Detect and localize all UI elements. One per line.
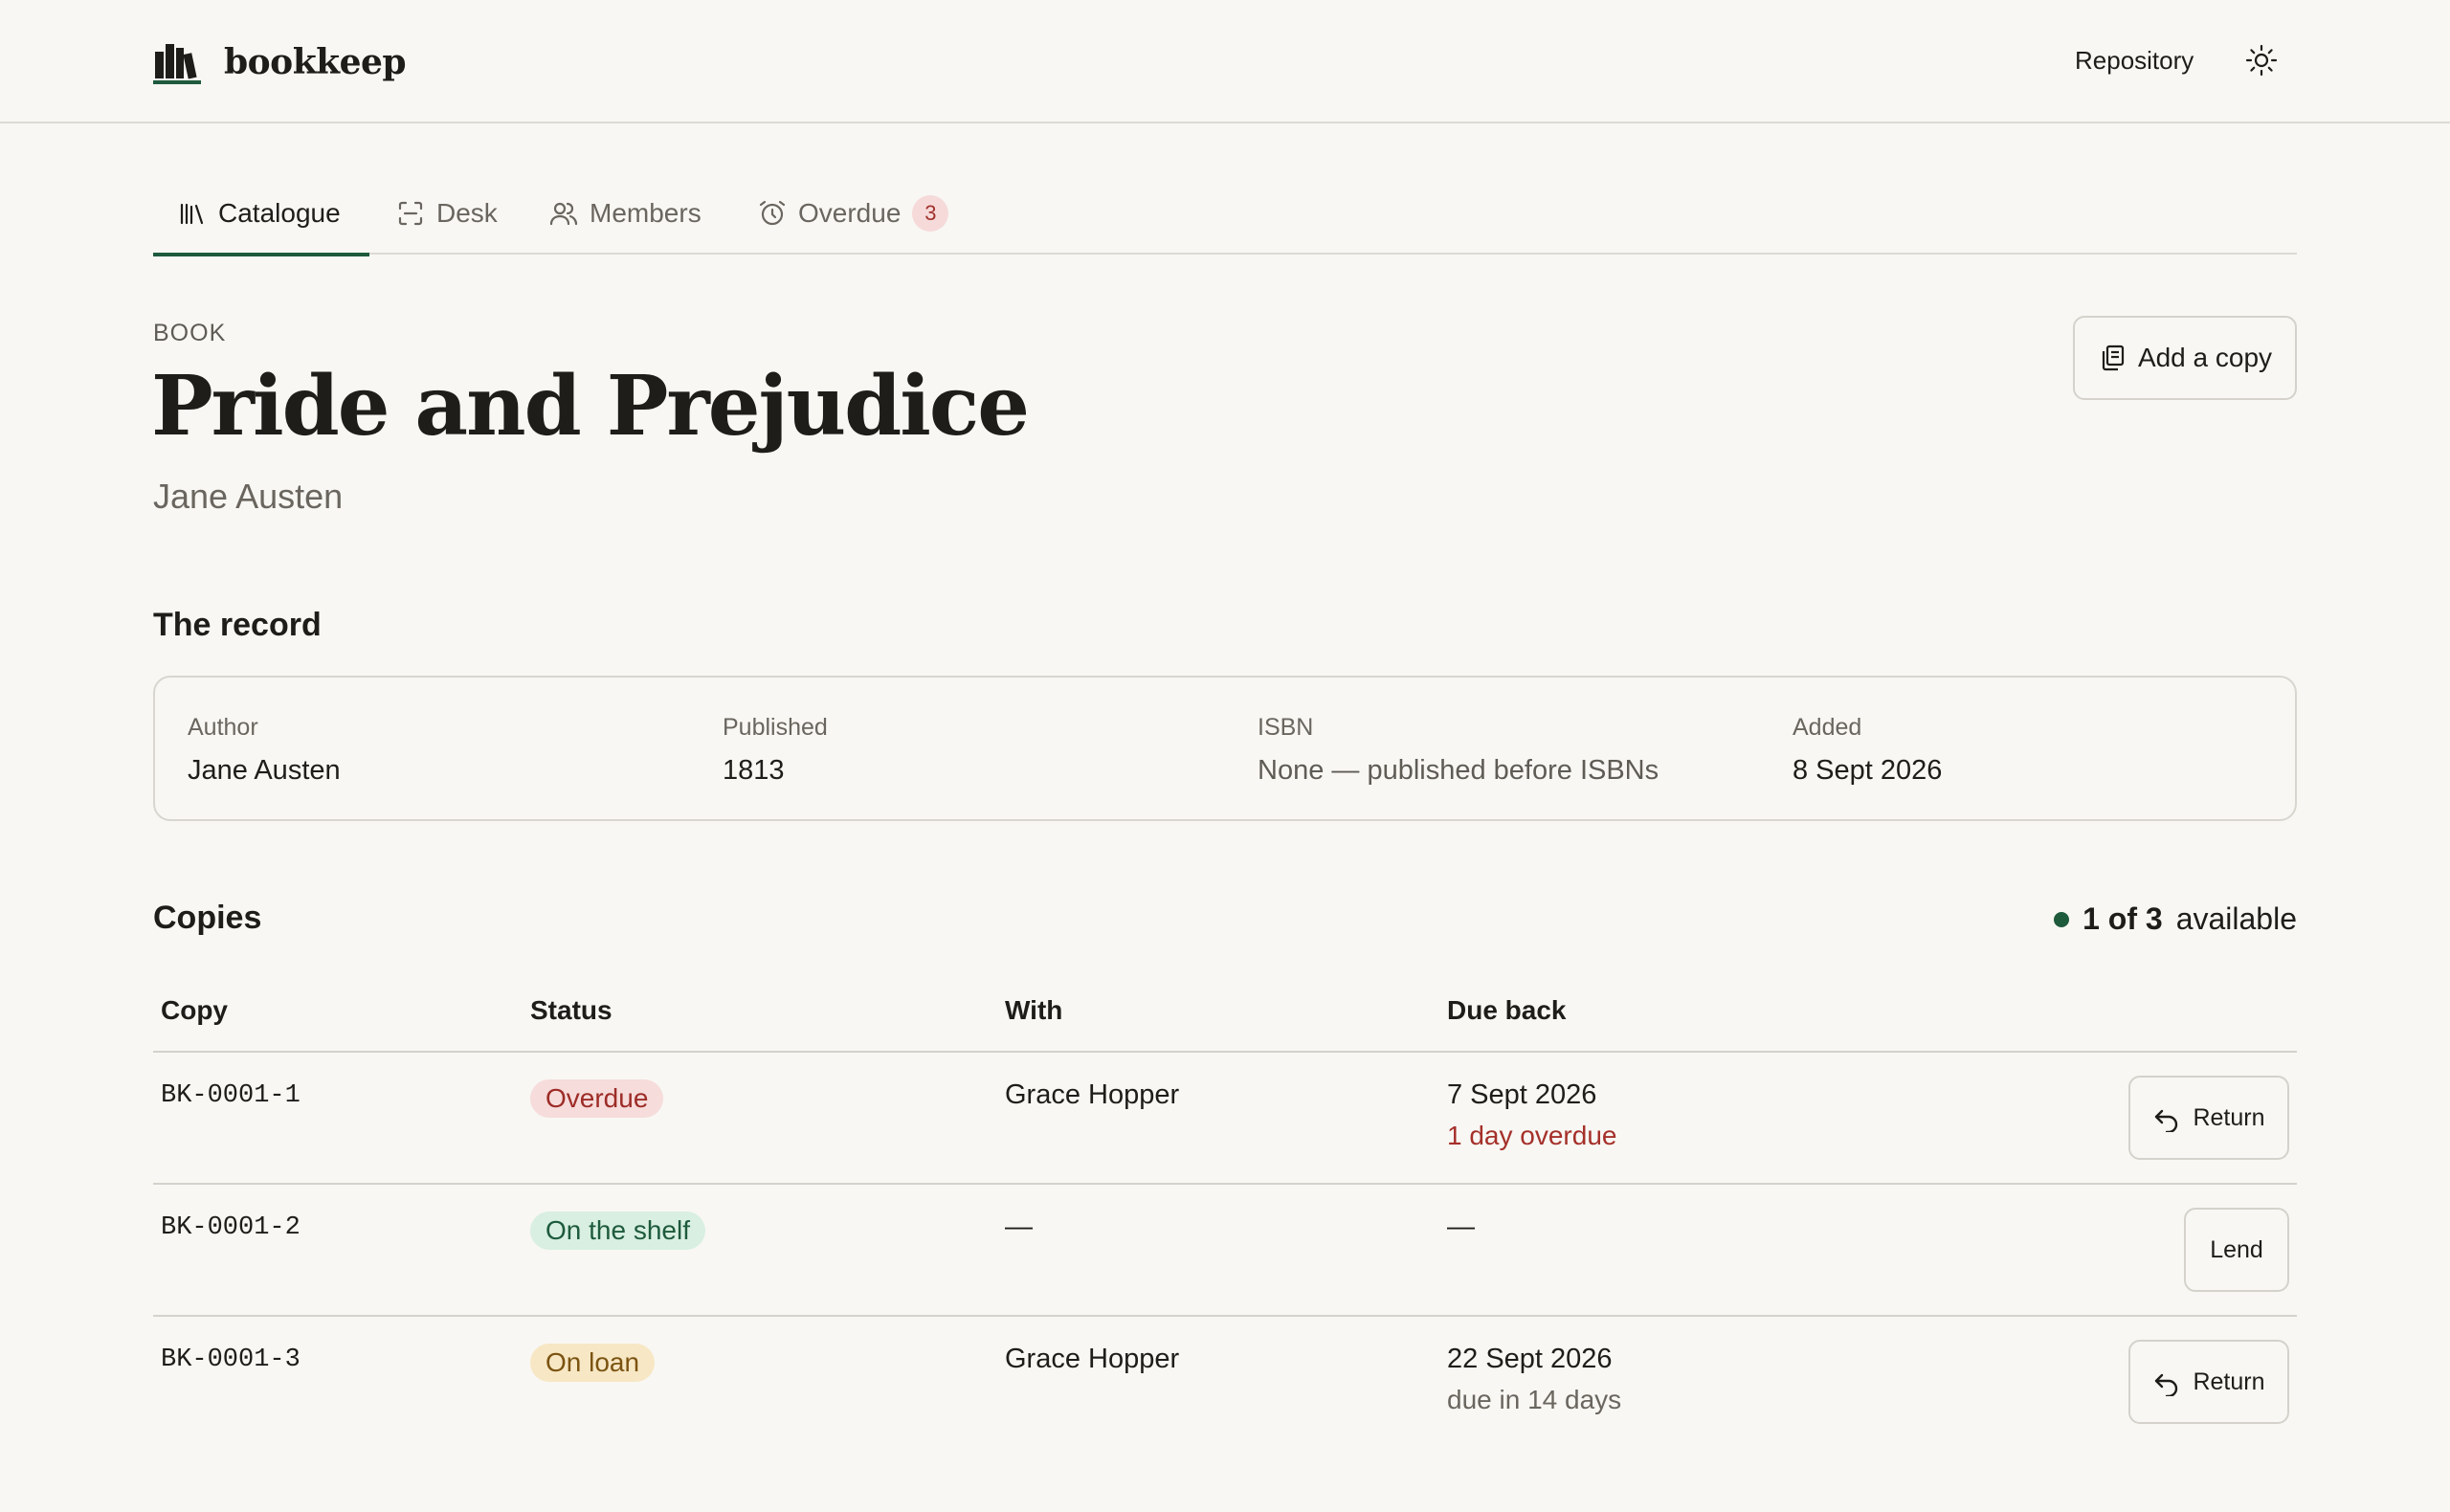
status-cell: On loan <box>530 1344 656 1382</box>
field-value: 8 Sept 2026 <box>1793 755 1943 786</box>
field-label: Published <box>723 714 828 741</box>
borrower-name: — <box>1005 1212 1033 1242</box>
record-card: Author Jane Austen Published 1813 ISBN N… <box>153 676 2297 821</box>
tab-catalogue[interactable]: Catalogue <box>153 172 369 256</box>
column-header-copy: Copy <box>161 995 228 1025</box>
status-badge: On loan <box>530 1344 656 1382</box>
tab-label: Overdue <box>798 198 902 228</box>
borrower-name: Grace Hopper <box>1005 1344 1180 1374</box>
field-value: None — published before ISBNs <box>1258 755 1659 786</box>
users-icon <box>549 202 578 226</box>
due-cell: 7 Sept 2026 1 day overdue <box>1447 1079 1616 1151</box>
due-cell: — <box>1447 1212 1475 1243</box>
field-value: Jane Austen <box>188 755 341 786</box>
return-label: Return <box>2193 1367 2265 1395</box>
column-header-due-back: Due back <box>1447 995 1567 1025</box>
undo-icon <box>2155 1109 2178 1132</box>
due-note: due in 14 days <box>1447 1385 1622 1414</box>
status-badge: Overdue <box>530 1079 664 1118</box>
brand[interactable]: bookkeep <box>153 38 407 86</box>
tab-members[interactable]: Members <box>549 172 702 255</box>
field-published: Published 1813 <box>723 714 828 787</box>
main-tabs: Catalogue Desk Members Overdue 3 <box>153 172 2297 256</box>
due-date: — <box>1447 1212 1475 1242</box>
table-row: BK-0001-3 On loan Grace Hopper 22 Sept 2… <box>153 1317 2297 1449</box>
library-icon <box>180 203 204 225</box>
tab-label: Catalogue <box>218 198 341 228</box>
table-header: Copy Status With Due back <box>153 982 2297 1053</box>
copy-id: BK-0001-1 <box>161 1081 301 1110</box>
due-note: 1 day overdue <box>1447 1121 1617 1150</box>
bookshelf-logo-icon <box>153 44 201 84</box>
due-date: 22 Sept 2026 <box>1447 1344 1613 1374</box>
availability-dot <box>2054 911 2070 927</box>
top-bar: bookkeep Repository <box>0 0 2450 123</box>
column-header-with: With <box>1005 995 1063 1025</box>
copies-heading: Copies <box>153 900 262 936</box>
availability-count: 1 of 3 <box>2082 901 2163 936</box>
field-value: 1813 <box>723 755 785 786</box>
field-author: Author Jane Austen <box>188 714 341 787</box>
tab-label: Desk <box>436 198 498 228</box>
table-row: BK-0001-1 Overdue Grace Hopper 7 Sept 20… <box>153 1053 2297 1185</box>
copies-table: Copy Status With Due back BK-0001-1 Over… <box>153 982 2297 1449</box>
availability-summary: 1 of 3 available <box>2054 901 2297 937</box>
undo-icon <box>2155 1373 2178 1396</box>
due-cell: 22 Sept 2026 due in 14 days <box>1447 1344 1621 1415</box>
page-title: Pride and Prejudice <box>151 358 1030 455</box>
repository-link[interactable]: Repository <box>2075 46 2194 76</box>
tab-desk[interactable]: Desk <box>396 172 498 255</box>
copy-id: BK-0001-2 <box>161 1213 301 1242</box>
status-cell: Overdue <box>530 1079 664 1118</box>
add-copy-button[interactable]: Add a copy <box>2073 316 2297 400</box>
record-heading: The record <box>153 607 322 643</box>
item-type-label: BOOK <box>153 320 227 346</box>
copy-id: BK-0001-3 <box>161 1345 301 1374</box>
return-button[interactable]: Return <box>2128 1340 2289 1424</box>
alarm-clock-icon <box>759 200 786 226</box>
availability-label: available <box>2175 901 2297 936</box>
add-copy-label: Add a copy <box>2137 343 2273 372</box>
field-label: ISBN <box>1258 714 1314 741</box>
due-date: 7 Sept 2026 <box>1447 1079 1597 1110</box>
field-isbn: ISBN None — published before ISBNs <box>1258 714 1659 787</box>
table-row: BK-0001-2 On the shelf — — Lend <box>153 1185 2297 1317</box>
borrower-name: Grace Hopper <box>1005 1079 1180 1110</box>
return-button[interactable]: Return <box>2128 1076 2289 1160</box>
field-added: Added 8 Sept 2026 <box>1793 714 1942 787</box>
copy-icon <box>2102 345 2125 371</box>
sun-icon[interactable] <box>2245 44 2278 77</box>
field-label: Added <box>1793 714 1862 741</box>
lend-label: Lend <box>2210 1235 2263 1263</box>
brand-name: bookkeep <box>224 42 407 82</box>
scan-icon <box>398 201 423 226</box>
tab-label: Members <box>590 198 702 228</box>
tab-overdue[interactable]: Overdue 3 <box>758 172 949 255</box>
status-badge: On the shelf <box>530 1212 705 1250</box>
field-label: Author <box>188 714 258 741</box>
column-header-status: Status <box>530 995 612 1025</box>
lend-button[interactable]: Lend <box>2184 1208 2289 1292</box>
overdue-count-badge: 3 <box>912 195 949 232</box>
status-cell: On the shelf <box>530 1212 705 1250</box>
return-label: Return <box>2193 1103 2265 1131</box>
book-author: Jane Austen <box>153 477 344 516</box>
